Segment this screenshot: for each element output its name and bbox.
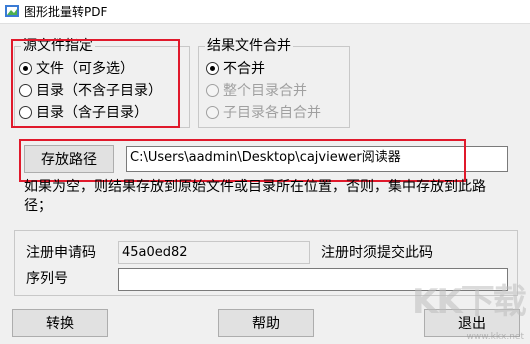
merge-option-whole-dir[interactable]: 整个目录合并	[206, 80, 307, 100]
source-group-legend: 源文件指定	[21, 38, 95, 54]
save-path-field[interactable]: C:\Users\aadmin\Desktop\cajviewer阅读器	[126, 146, 508, 172]
merge-option-label: 整个目录合并	[223, 83, 307, 99]
merge-option-label: 不合并	[223, 61, 265, 77]
watermark-url: www.kkx.net	[466, 332, 525, 342]
source-option-files[interactable]: 文件（可多选）	[19, 58, 134, 78]
radio-icon[interactable]	[206, 105, 219, 119]
save-path-hint: 如果为空，则结果存放到原始文件或目录所在位置，否则，集中存放到此路径；	[24, 179, 486, 214]
radio-icon[interactable]	[19, 61, 32, 75]
radio-icon[interactable]	[206, 61, 219, 75]
save-path-button[interactable]: 存放路径	[24, 145, 114, 173]
convert-button[interactable]: 转换	[12, 309, 108, 337]
source-option-label: 文件（可多选）	[36, 61, 134, 77]
watermark-logo: KK下载 www.kkx.net	[412, 282, 528, 342]
merge-option-none[interactable]: 不合并	[206, 58, 265, 78]
source-option-dir-recursive[interactable]: 目录（含子目录）	[19, 102, 148, 122]
merge-option-label: 子目录各自合并	[223, 105, 321, 121]
source-option-dir[interactable]: 目录（不含子目录）	[19, 80, 162, 100]
source-option-label: 目录（含子目录）	[36, 105, 148, 121]
radio-icon[interactable]	[19, 83, 32, 97]
radio-icon[interactable]	[206, 83, 219, 97]
merge-group-legend: 结果文件合并	[205, 38, 293, 54]
watermark-text: KK下载	[412, 282, 527, 322]
serial-label: 序列号	[26, 271, 68, 287]
window-title: 图形批量转PDF	[24, 5, 108, 19]
source-option-label: 目录（不含子目录）	[36, 83, 162, 99]
radio-icon[interactable]	[19, 105, 32, 119]
app-icon	[5, 5, 19, 17]
request-code-label: 注册申请码	[26, 245, 96, 261]
title-bar: 图形批量转PDF	[0, 0, 530, 24]
merge-option-subdirs[interactable]: 子目录各自合并	[206, 102, 321, 122]
request-code-field: 45a0ed82	[118, 241, 310, 264]
help-button[interactable]: 帮助	[218, 309, 314, 337]
request-code-note: 注册时须提交此码	[321, 245, 433, 261]
